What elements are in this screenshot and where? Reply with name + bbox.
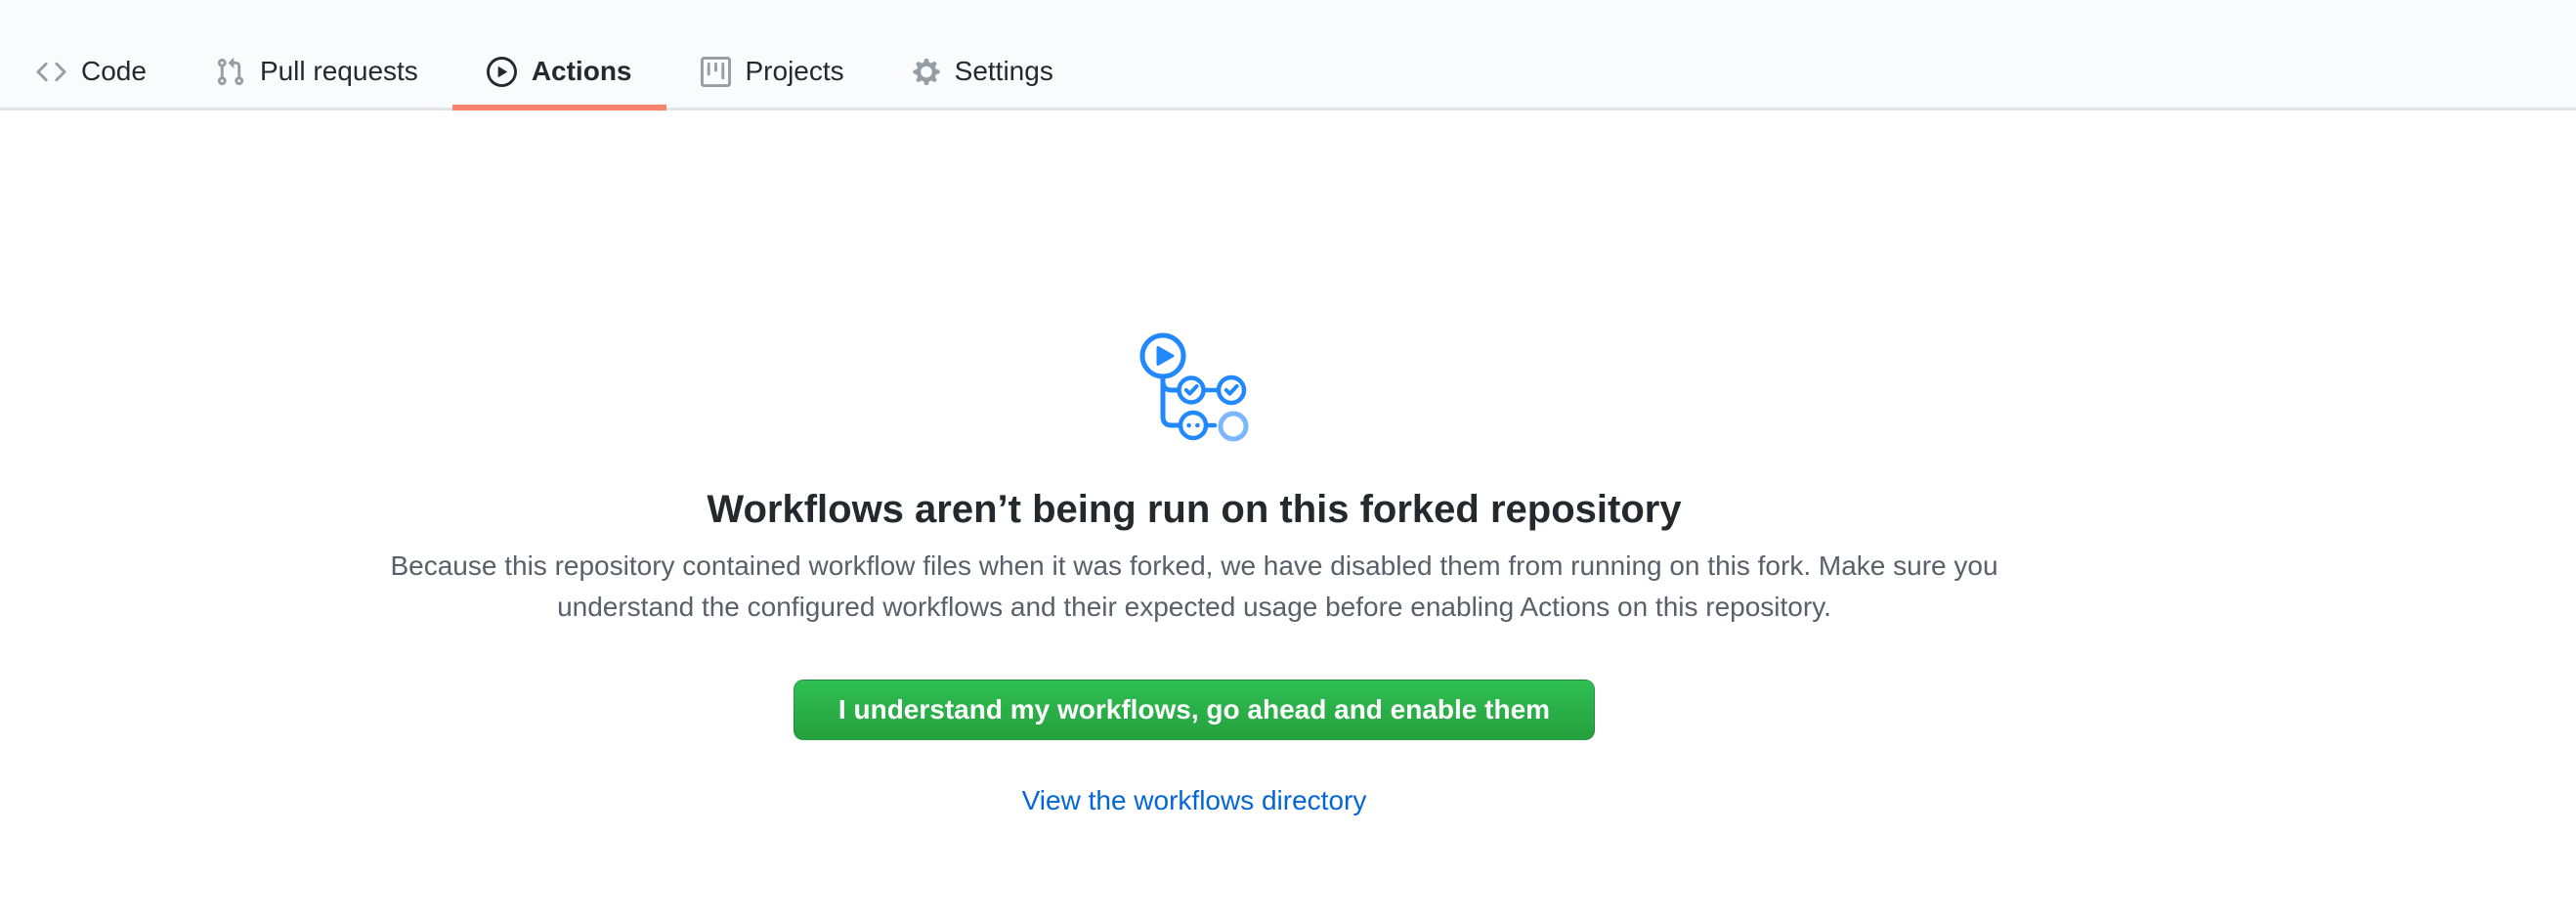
workflow-illustration-icon (1138, 330, 1250, 442)
actions-blankslate: Workflows aren’t being run on this forke… (0, 110, 2388, 816)
tab-label: Pull requests (260, 58, 418, 85)
tab-label: Actions (532, 58, 632, 85)
tab-code[interactable]: Code (2, 35, 181, 108)
tab-pull-requests[interactable]: Pull requests (181, 35, 452, 108)
gear-icon (913, 57, 940, 87)
tab-label: Settings (955, 58, 1053, 85)
tab-label: Projects (746, 58, 844, 85)
enable-workflows-button[interactable]: I understand my workflows, go ahead and … (794, 680, 1595, 740)
tab-settings[interactable]: Settings (879, 35, 1088, 108)
blankslate-description: Because this repository contained workfl… (388, 546, 2000, 628)
tab-projects[interactable]: Projects (666, 35, 879, 108)
repo-nav: Code Pull requests Actions Projects Sett… (0, 0, 2576, 110)
view-workflows-directory-link[interactable]: View the workflows directory (1022, 785, 1367, 815)
tab-label: Code (81, 58, 147, 85)
play-icon (487, 57, 517, 87)
project-icon (701, 57, 731, 87)
link-row: View the workflows directory (0, 785, 2388, 816)
blankslate-heading: Workflows aren’t being run on this forke… (0, 485, 2388, 534)
tab-actions[interactable]: Actions (452, 35, 666, 108)
code-icon (36, 57, 66, 87)
button-row: I understand my workflows, go ahead and … (0, 628, 2388, 740)
pull-request-icon (215, 57, 245, 87)
